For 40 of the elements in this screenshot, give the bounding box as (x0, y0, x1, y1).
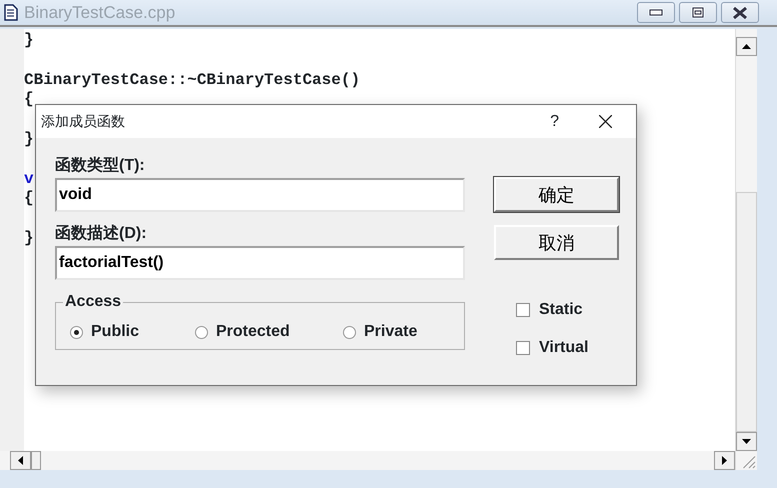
checkbox-option[interactable]: Static (516, 298, 619, 322)
scroll-left-button[interactable] (10, 451, 31, 470)
caret-up-icon (742, 44, 751, 49)
description-field[interactable]: factorialTest() (55, 246, 465, 280)
scrollbar-thumb[interactable] (736, 192, 757, 432)
code-line: } (24, 31, 34, 51)
checkbox-option[interactable]: Virtual (516, 336, 619, 360)
scroll-up-button[interactable] (736, 37, 757, 56)
close-icon (732, 6, 748, 18)
document-icon (4, 4, 18, 21)
caret-left-icon (18, 456, 23, 465)
code-line: { (24, 90, 34, 110)
field-label: 函数描述(D): (55, 224, 148, 244)
code-line: v (24, 170, 34, 190)
close-button[interactable] (721, 2, 759, 23)
radio-option[interactable]: Public (70, 320, 140, 344)
maximize-icon (692, 7, 704, 18)
field-label: 函数类型(T): (55, 156, 146, 176)
radio-option[interactable]: Private (343, 320, 418, 344)
type-field[interactable]: void (55, 178, 465, 212)
dialog-title: 添加成员函数 (41, 112, 126, 131)
minimize-button[interactable] (637, 2, 675, 23)
caret-right-icon (722, 456, 727, 465)
close-icon[interactable] (599, 115, 612, 128)
resize-grip-icon (742, 455, 756, 469)
code-line: } (24, 228, 34, 249)
maximize-button[interactable] (679, 2, 717, 23)
scroll-right-button[interactable] (714, 451, 735, 470)
caret-down-icon (742, 439, 751, 444)
window-title: BinaryTestCase.cpp (24, 2, 176, 24)
dialog-button[interactable]: 取消 (494, 225, 619, 260)
scrollbar-thumb[interactable] (31, 451, 41, 470)
code-line: } (24, 130, 34, 150)
dialog-button[interactable]: 确定 (494, 177, 619, 212)
help-button[interactable]: ? (550, 110, 559, 134)
scroll-down-button[interactable] (736, 432, 757, 451)
code-line: CBinaryTestCase::~CBinaryTestCase() (24, 70, 360, 90)
minimize-icon (649, 8, 663, 16)
code-line: { (24, 189, 34, 210)
radio-option[interactable]: Protected (195, 320, 290, 344)
